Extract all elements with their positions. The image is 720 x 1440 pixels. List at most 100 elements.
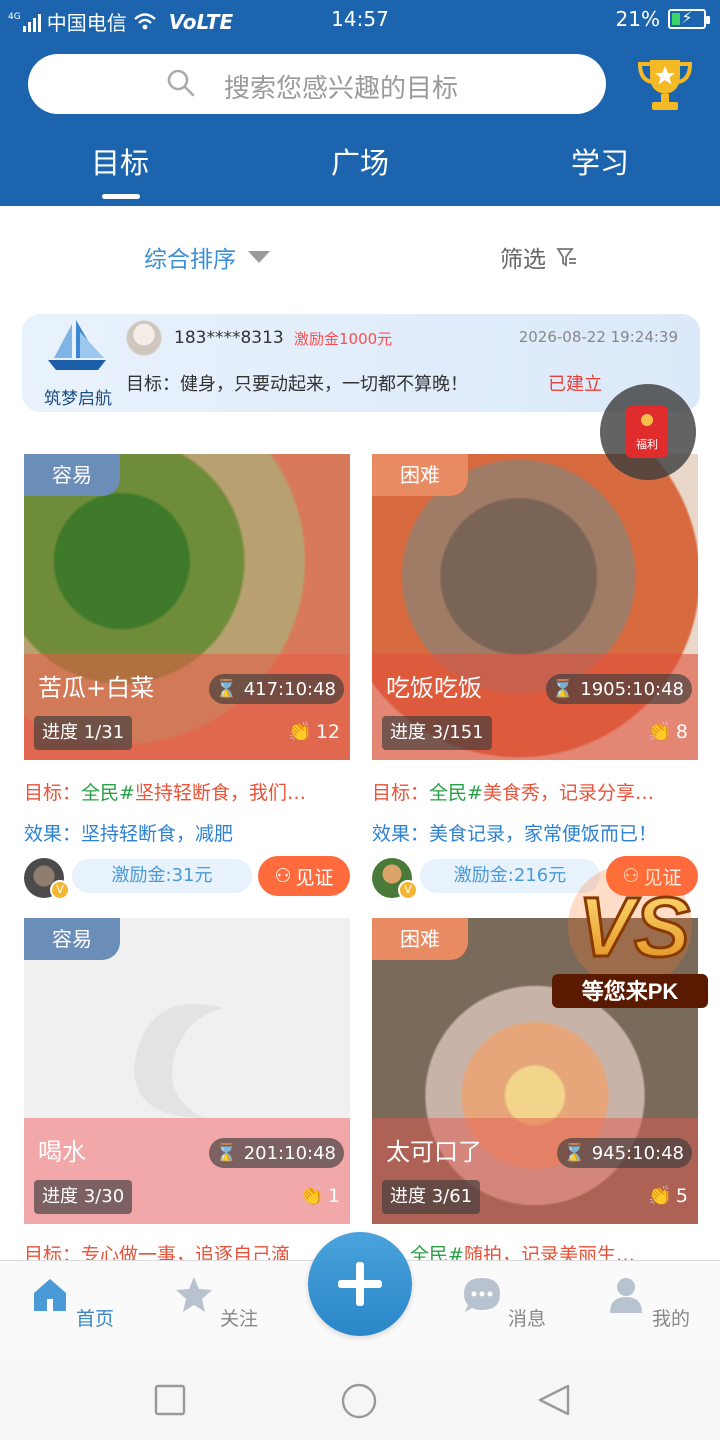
witness-label: 见证 — [295, 866, 334, 889]
hourglass-icon: ⌛ — [563, 1142, 586, 1164]
star-icon — [175, 1277, 212, 1312]
nav-mine[interactable]: 我的 — [598, 1275, 698, 1331]
sailboat-logo — [48, 320, 106, 370]
clap-value: 12 — [315, 720, 340, 743]
search-icon — [167, 69, 195, 97]
progress-label: 进度 1/31 — [34, 716, 133, 750]
timer-value: 201:10:48 — [243, 1142, 336, 1164]
filter-label: 筛选 — [500, 247, 546, 273]
banner-reward: 激励金1000元 — [294, 330, 393, 348]
clap-icon: 👏 — [300, 1185, 324, 1207]
card-effect: 效果：坚持轻断食，减肥 — [24, 823, 234, 845]
sort-dropdown[interactable]: 综合排序 — [144, 240, 270, 274]
countdown-timer: ⌛ 417:10:48 — [209, 674, 344, 704]
clap-count[interactable]: 👏 8 — [648, 720, 688, 744]
nav-home[interactable]: 首页 — [22, 1275, 122, 1331]
goal-card[interactable]: 容易 喝水 ⌛ 201:10:48 进度 3/30 👏 1 — [24, 918, 350, 1224]
difficulty-badge: 容易 — [24, 918, 120, 960]
banner-goal: 目标：健身，只要动起来，一切都不算晚！ — [126, 374, 468, 395]
tab-goals[interactable]: 目标 — [0, 140, 240, 182]
goal-text: 美食秀，记录分享… — [482, 782, 654, 804]
back-icon[interactable] — [536, 1382, 572, 1418]
countdown-timer: ⌛ 1905:10:48 — [545, 674, 692, 704]
filter-icon — [556, 248, 576, 267]
goal-label: 目标： — [372, 782, 430, 804]
system-nav-bar — [0, 1360, 720, 1440]
clap-value: 8 — [675, 720, 688, 743]
home-circle-icon[interactable] — [340, 1382, 378, 1420]
filter-button[interactable]: 筛选 — [500, 240, 578, 274]
banner-status: 已建立 — [548, 374, 602, 395]
top-tabs: 目标 广场 学习 — [0, 140, 720, 206]
red-envelope-icon: 福利 — [626, 406, 668, 458]
clap-count[interactable]: 👏 5 — [648, 1184, 688, 1208]
card-title: 吃饭吃饭 — [386, 674, 482, 702]
active-tab-indicator — [102, 194, 140, 199]
difficulty-badge: 困难 — [372, 918, 468, 960]
hourglass-icon: ⌛ — [215, 678, 238, 700]
clock: 14:57 — [331, 7, 389, 31]
goal-label: 目标： — [24, 782, 82, 804]
banner-timestamp: 2026-08-22 19:24:39 — [518, 328, 678, 346]
search-placeholder: 搜索您感兴趣的目标 — [224, 74, 459, 104]
verified-icon: V — [398, 880, 418, 900]
featured-banner[interactable]: 筑梦启航 183****8313 激励金1000元 2026-08-22 19:… — [22, 314, 700, 412]
hourglass-icon: ⌛ — [215, 1142, 238, 1164]
chat-icon — [463, 1278, 500, 1312]
vs-pk-badge[interactable]: VS 等您来PK — [548, 856, 712, 1016]
clap-icon: 👏 — [288, 721, 312, 743]
countdown-timer: ⌛ 945:10:48 — [557, 1138, 692, 1168]
welfare-label: 福利 — [636, 438, 658, 451]
trophy-icon[interactable] — [636, 54, 694, 114]
nav-follow[interactable]: 关注 — [166, 1275, 266, 1331]
timer-value: 1905:10:48 — [580, 678, 684, 700]
card-title: 太可口了 — [386, 1138, 482, 1166]
recent-apps-icon[interactable] — [154, 1384, 186, 1416]
tab-square[interactable]: 广场 — [240, 140, 480, 182]
clap-count[interactable]: 👏 1 — [300, 1184, 340, 1208]
clap-value: 1 — [327, 1184, 340, 1207]
goal-text: 坚持轻断食，我们… — [134, 782, 306, 804]
user-icon — [609, 1278, 642, 1313]
vs-caption: 等您来PK — [582, 979, 679, 1004]
chevron-down-icon — [248, 251, 270, 263]
progress-label: 进度 3/151 — [382, 716, 492, 750]
sort-bar: 综合排序 筛选 — [0, 206, 720, 302]
card-title: 苦瓜+白菜 — [38, 674, 155, 702]
witness-button[interactable]: ⚇见证 — [258, 856, 350, 896]
clap-icon: 👏 — [648, 1185, 672, 1207]
nav-messages[interactable]: 消息 — [454, 1275, 554, 1331]
countdown-timer: ⌛ 201:10:48 — [209, 1138, 344, 1168]
add-goal-button[interactable] — [308, 1232, 412, 1336]
nav-follow-label: 关注 — [220, 1308, 259, 1330]
placeholder-logo — [134, 1004, 224, 1118]
app-header: 4G 中国电信 VoLTE 14:57 21% ⚡ 搜索您感兴趣的目标 目标 广… — [0, 0, 720, 206]
clap-icon: 👏 — [648, 721, 672, 743]
timer-value: 945:10:48 — [591, 1142, 684, 1164]
goal-tag: 全民# — [81, 782, 135, 804]
goal-card[interactable]: 容易 苦瓜+白菜 ⌛ 417:10:48 进度 1/31 👏 12 — [24, 454, 350, 760]
people-icon: ⚇ — [274, 865, 292, 887]
progress-label: 进度 3/30 — [34, 1180, 133, 1214]
card-goal: 目标：全民#坚持轻断食，我们… — [24, 778, 354, 805]
avatar — [126, 320, 162, 356]
goal-tag: 全民# — [429, 782, 483, 804]
battery-percent: 21% — [615, 7, 660, 31]
sort-label: 综合排序 — [144, 247, 236, 273]
banner-username: 183****8313 — [174, 328, 284, 348]
card-effect: 效果：美食记录，家常便饭而已！ — [372, 823, 658, 845]
difficulty-badge: 困难 — [372, 454, 468, 496]
welfare-float-button[interactable]: 福利 — [600, 384, 696, 480]
search-input[interactable]: 搜索您感兴趣的目标 — [28, 54, 606, 114]
timer-value: 417:10:48 — [243, 678, 336, 700]
tab-learn[interactable]: 学习 — [480, 140, 720, 182]
status-bar: 4G 中国电信 VoLTE 14:57 21% ⚡ — [0, 0, 720, 40]
clap-count[interactable]: 👏 12 — [288, 720, 340, 744]
verified-icon: V — [50, 880, 70, 900]
card-title: 喝水 — [38, 1138, 86, 1166]
progress-label: 进度 3/61 — [382, 1180, 481, 1214]
card-goal: 目标：全民#美食秀，记录分享… — [372, 778, 702, 805]
goal-card[interactable]: 困难 吃饭吃饭 ⌛ 1905:10:48 进度 3/151 👏 8 — [372, 454, 698, 760]
battery-icon: ⚡ — [668, 8, 710, 29]
svg-text:VS: VS — [578, 880, 690, 974]
